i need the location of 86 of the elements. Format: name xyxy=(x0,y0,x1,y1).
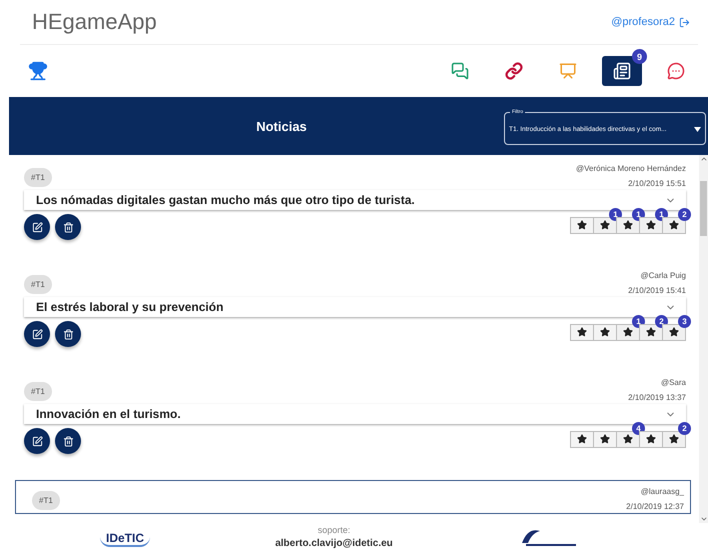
star-rating-button[interactable] xyxy=(662,216,686,234)
edit-icon xyxy=(32,328,42,340)
post-title: Innovación en el turismo. xyxy=(36,407,181,421)
star-icon xyxy=(577,434,587,444)
topic-tag: #T1 xyxy=(24,168,52,187)
support-label: soporte: xyxy=(318,525,350,535)
star-rating-button[interactable] xyxy=(570,324,594,340)
author-name: @Verónica Moreno Hernández xyxy=(576,164,686,173)
star-icon xyxy=(646,220,656,230)
star-icon xyxy=(646,434,656,444)
star-icon xyxy=(669,434,679,444)
star-rating-button[interactable] xyxy=(593,430,617,448)
star-rating-button[interactable] xyxy=(616,430,640,448)
delete-button[interactable] xyxy=(55,321,81,347)
dropdown-arrow-icon xyxy=(694,126,701,132)
post-date: 2/10/2019 15:41 xyxy=(628,286,686,295)
scrollbar[interactable] xyxy=(699,155,708,523)
topic-tag: #T1 xyxy=(24,275,52,294)
star-icon xyxy=(577,327,587,337)
star-icon xyxy=(600,220,610,230)
edit-button[interactable] xyxy=(24,321,50,347)
scroll-thumb[interactable] xyxy=(700,181,707,236)
news-card[interactable]: #T1 @Verónica Moreno Hernández 2/10/2019 15:51 Los nómadas digitales gastan mucho más que otro tipo de turista. 1 1 1 2 xyxy=(17,159,691,259)
star-icon xyxy=(577,220,587,230)
post-title-bar[interactable]: Los nómadas digitales gastan mucho más que otro tipo de turista. xyxy=(24,190,686,210)
star-rating-button[interactable] xyxy=(639,324,663,340)
trash-icon xyxy=(62,436,74,446)
star-icon xyxy=(623,220,633,230)
star-icon xyxy=(669,220,679,230)
news-card[interactable]: #T1 @Sara 2/10/2019 13:37 Innovación en el turismo. 4 2 xyxy=(17,373,691,473)
scroll-down-icon[interactable] xyxy=(700,515,708,523)
post-date: 2/10/2019 15:51 xyxy=(628,179,686,188)
post-date: 2/10/2019 12:37 xyxy=(626,502,684,511)
author-name: @Sara xyxy=(660,378,686,387)
star-icon xyxy=(623,434,633,444)
edit-icon xyxy=(32,436,42,446)
star-icon xyxy=(669,327,679,337)
star-rating-button[interactable] xyxy=(616,216,640,234)
star-icon xyxy=(646,327,656,337)
vote-count-badge: 2 xyxy=(678,208,691,220)
edit-button[interactable] xyxy=(24,214,50,240)
post-title-bar[interactable]: El estrés laboral y su prevención xyxy=(24,297,686,317)
trophy-icon[interactable] xyxy=(28,61,48,81)
star-icon xyxy=(600,434,610,444)
support-email[interactable]: alberto.clavijo@idetic.eu xyxy=(275,538,393,549)
delete-button[interactable] xyxy=(55,214,81,240)
star-rating-button[interactable] xyxy=(639,430,663,448)
trash-icon xyxy=(62,328,74,340)
star-rating-button[interactable] xyxy=(570,216,594,234)
section-title: Noticias xyxy=(255,118,308,134)
edit-button[interactable] xyxy=(24,428,50,454)
star-rating-button[interactable] xyxy=(616,324,640,340)
newspaper-icon xyxy=(613,62,631,80)
star-rating-button[interactable] xyxy=(593,216,617,234)
star-rating-button[interactable] xyxy=(593,324,617,340)
author-name: @Carla Puig xyxy=(640,271,686,280)
star-icon xyxy=(623,327,633,337)
post-title: El estrés laboral y su prevención xyxy=(36,300,224,314)
star-rating-button[interactable] xyxy=(662,324,686,340)
idetic-logo: IDeTIC xyxy=(100,531,150,547)
star-rating-button[interactable] xyxy=(662,430,686,448)
vote-count-badge: 3 xyxy=(678,314,691,328)
vote-count-badge: 2 xyxy=(678,422,691,434)
chat-bubbles-icon xyxy=(451,62,469,80)
topic-tag: #T1 xyxy=(32,491,60,510)
count-badge: 9 xyxy=(632,49,647,64)
news-card[interactable]: #T1 @Carla Puig 2/10/2019 15:41 El estrés laboral y su prevención 1 2 3 xyxy=(17,266,691,366)
star-rating-button[interactable] xyxy=(639,216,663,234)
post-title-bar[interactable]: Innovación en el turismo. xyxy=(24,404,686,424)
delete-button[interactable] xyxy=(55,428,81,454)
post-date: 2/10/2019 13:37 xyxy=(628,393,686,402)
trash-icon xyxy=(62,222,74,232)
author-name: @lauraasg_ xyxy=(640,487,684,496)
user-link[interactable]: @profesora2 xyxy=(611,16,690,28)
presenter-icon xyxy=(559,62,577,80)
link-icon xyxy=(505,62,523,80)
message-icon xyxy=(667,62,685,80)
scroll-up-icon[interactable] xyxy=(700,155,708,163)
topic-tag: #T1 xyxy=(24,382,52,401)
edit-icon xyxy=(32,222,42,232)
app-title: HEgameApp xyxy=(32,9,157,35)
post-title: Los nómadas digitales gastan mucho más que otro tipo de turista. xyxy=(36,193,415,207)
star-rating-button[interactable] xyxy=(570,430,594,448)
logout-icon xyxy=(679,16,690,28)
news-card[interactable]: #T1 @lauraasg_ 2/10/2019 12:37 xyxy=(15,480,691,514)
star-icon xyxy=(600,327,610,337)
